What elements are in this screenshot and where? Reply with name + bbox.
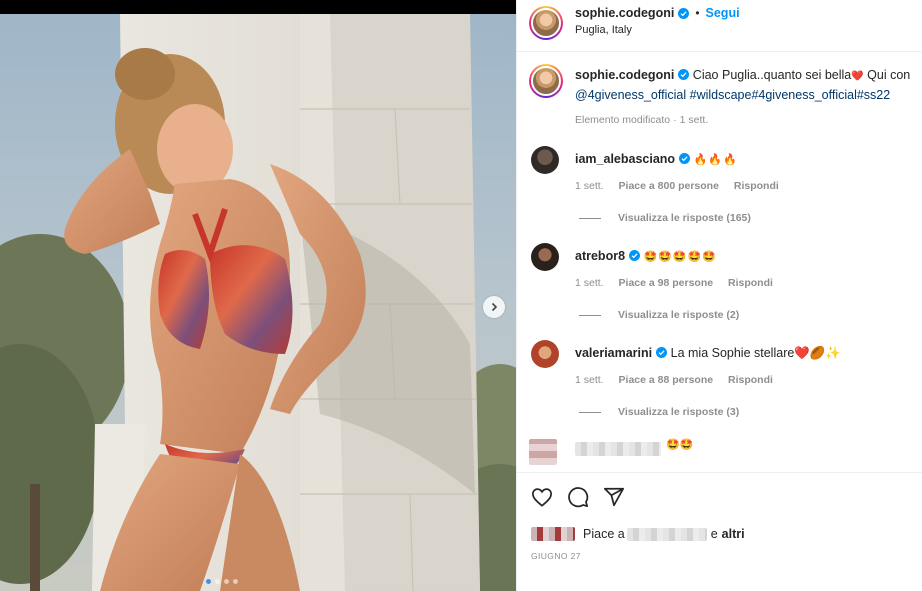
post-media[interactable]: [0, 14, 516, 591]
comment-avatar[interactable]: [531, 243, 559, 271]
carousel-dots: [206, 579, 238, 584]
redacted-username: [575, 442, 661, 456]
follow-button[interactable]: Segui: [706, 6, 740, 20]
reply-button[interactable]: Rispondi: [728, 277, 773, 289]
carousel-dot: [215, 579, 220, 584]
heart-emoji: ❤️: [851, 71, 864, 82]
carousel-dot: [206, 579, 211, 584]
caption-meta: Elemento modificato · 1 sett.: [575, 114, 720, 126]
comment-meta: 1 sett. Piace a 800 persone Rispondi: [575, 180, 791, 192]
liked-by: Piace a e altri: [531, 527, 745, 541]
caption-text-2: Qui con: [863, 68, 911, 82]
post-photo: [0, 14, 516, 591]
comment-likes[interactable]: Piace a 88 persone: [619, 374, 714, 386]
comment-avatar[interactable]: [531, 146, 559, 174]
liked-by-others[interactable]: altri: [722, 527, 745, 541]
caption-dot: ·: [673, 114, 677, 126]
chevron-right-icon: [491, 302, 498, 312]
post-date[interactable]: GIUGNO 27: [531, 551, 581, 561]
view-replies-button[interactable]: Visualizza le risposte (165): [579, 212, 751, 224]
action-bar: Piace a e altri GIUGNO 27: [517, 472, 922, 591]
liked-by-avatars: [531, 527, 575, 541]
liked-by-prefix: Piace a: [583, 527, 625, 541]
author-line: sophie.codegoni • Segui: [575, 6, 740, 20]
carousel-dot: [224, 579, 229, 584]
reply-button[interactable]: Rispondi: [728, 374, 773, 386]
caption-avatar[interactable]: [529, 64, 563, 98]
replies-line: [579, 217, 601, 219]
replies-line: [579, 411, 601, 413]
heart-icon[interactable]: [531, 487, 553, 507]
comment-body: valeriamarini La mia Sophie stellare❤️🏉✨: [575, 344, 841, 362]
carousel-dot: [233, 579, 238, 584]
comment-text: 🤩🤩🤩🤩🤩: [643, 251, 717, 263]
top-strip: [0, 0, 516, 14]
post-panel: sophie.codegoni • Segui Puglia, Italy so…: [516, 0, 922, 591]
redacted-liker[interactable]: [626, 527, 707, 541]
caption-hashtags[interactable]: #wildscape#4giveness_official#ss22: [686, 88, 891, 102]
comment-body: iam_alebasciano 🔥🔥🔥: [575, 150, 738, 169]
comment-username[interactable]: valeriamarini: [575, 346, 652, 360]
comment-text: 🤩🤩: [666, 439, 694, 451]
caption-time[interactable]: 1 sett.: [680, 114, 709, 126]
view-replies-label: Visualizza le risposte (165): [618, 212, 751, 224]
comment-text: 🔥🔥🔥: [693, 154, 738, 166]
liked-by-suffix: e: [710, 527, 718, 541]
caption-text-1: Ciao Puglia..quanto sei bella: [692, 68, 852, 82]
reply-button[interactable]: Rispondi: [734, 180, 779, 192]
view-replies-button[interactable]: Visualizza le risposte (3): [579, 406, 739, 418]
author-avatar[interactable]: [529, 6, 563, 40]
caption-mention[interactable]: @4giveness_official: [575, 88, 686, 102]
redacted-avatar: [529, 439, 557, 465]
post-header: sophie.codegoni • Segui Puglia, Italy: [517, 0, 922, 52]
comment-icon[interactable]: [567, 486, 589, 508]
carousel-next-button[interactable]: [483, 296, 505, 318]
verified-badge-icon: [629, 250, 641, 261]
comment-time[interactable]: 1 sett.: [575, 277, 604, 289]
view-replies-button[interactable]: Visualizza le risposte (2): [579, 309, 739, 321]
caption-body: sophie.codegoni Ciao Puglia..quanto sei …: [575, 66, 915, 104]
replies-line: [579, 314, 601, 316]
comment-likes[interactable]: Piace a 98 persone: [619, 277, 714, 289]
comment-time[interactable]: 1 sett.: [575, 180, 604, 192]
verified-badge-icon: [678, 69, 690, 80]
verified-badge-icon: [678, 7, 690, 19]
comment-avatar[interactable]: [531, 340, 559, 368]
comment-username[interactable]: iam_alebasciano: [575, 152, 675, 166]
caption-username[interactable]: sophie.codegoni: [575, 68, 674, 82]
separator-dot: •: [695, 6, 700, 20]
comment-meta: 1 sett. Piace a 98 persone Rispondi: [575, 277, 785, 289]
verified-badge-icon: [656, 347, 668, 358]
comment-meta: 1 sett. Piace a 88 persone Rispondi: [575, 374, 785, 386]
share-icon[interactable]: [603, 486, 625, 508]
comment-username[interactable]: atrebor8: [575, 249, 625, 263]
comment-likes[interactable]: Piace a 800 persone: [619, 180, 719, 192]
verified-badge-icon: [679, 153, 691, 164]
comment-body: atrebor8 🤩🤩🤩🤩🤩: [575, 247, 717, 266]
view-replies-label: Visualizza le risposte (2): [618, 309, 740, 321]
edited-label: Elemento modificato: [575, 114, 671, 126]
post-location[interactable]: Puglia, Italy: [575, 24, 632, 36]
comment-text: La mia Sophie stellare❤️🏉✨: [670, 346, 841, 360]
author-username[interactable]: sophie.codegoni: [575, 6, 674, 20]
view-replies-label: Visualizza le risposte (3): [618, 406, 740, 418]
comment-time[interactable]: 1 sett.: [575, 374, 604, 386]
